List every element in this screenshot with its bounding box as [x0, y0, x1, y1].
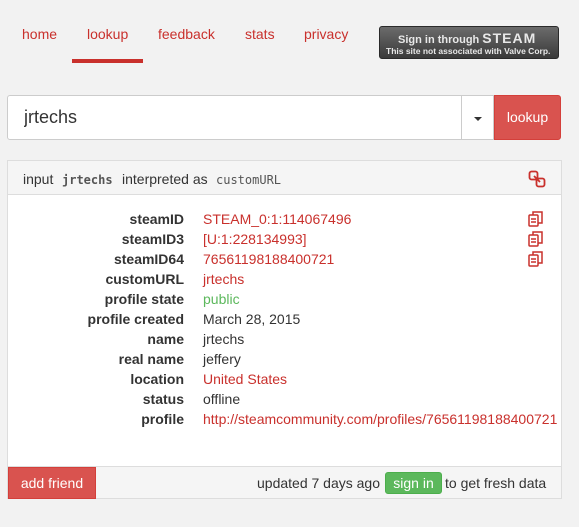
- steam-logo-text: STEAM: [482, 30, 537, 46]
- search-type-dropdown[interactable]: [461, 95, 494, 140]
- detail-value[interactable]: http://steamcommunity.com/profiles/76561…: [203, 411, 557, 427]
- detail-row: steamID64 76561198188400721: [8, 251, 561, 271]
- nav-privacy[interactable]: privacy: [304, 26, 348, 42]
- detail-value: March 28, 2015: [203, 311, 301, 327]
- interpreted-label: interpreted as: [122, 171, 208, 187]
- detail-row: real name jeffery: [8, 351, 561, 371]
- detail-row: profile created March 28, 2015: [8, 311, 561, 331]
- caret-down-icon: [474, 117, 482, 121]
- lookup-button[interactable]: lookup: [494, 95, 561, 140]
- updated-text: updated 7 days ago: [257, 475, 380, 491]
- nav-stats[interactable]: stats: [245, 26, 275, 42]
- detail-key: profile: [141, 411, 184, 427]
- search-bar: lookup: [7, 95, 561, 140]
- result-panel: input jrtechs interpreted as customURL s…: [7, 160, 562, 499]
- detail-row: customURL jrtechs: [8, 271, 561, 291]
- detail-row: profile http://steamcommunity.com/profile…: [8, 411, 561, 431]
- sign-in-button[interactable]: sign in: [385, 472, 442, 494]
- detail-key: customURL: [105, 271, 184, 287]
- steam-signin-line1: Sign in through: [398, 34, 480, 46]
- detail-row: name jrtechs: [8, 331, 561, 351]
- link-icon[interactable]: [528, 170, 546, 188]
- add-friend-button[interactable]: add friend: [8, 467, 96, 499]
- copy-icon[interactable]: [528, 231, 546, 247]
- detail-value: jrtechs: [203, 331, 245, 347]
- detail-key: steamID3: [121, 231, 184, 247]
- copy-icon[interactable]: [528, 251, 546, 267]
- detail-key: status: [142, 391, 184, 407]
- panel-footer: add friend updated 7 days ago sign in to…: [8, 466, 561, 499]
- detail-key: real name: [118, 351, 184, 367]
- detail-key: steamID64: [113, 251, 184, 267]
- detail-value[interactable]: jrtechs: [203, 271, 244, 287]
- detail-value[interactable]: STEAM_0:1:114067496: [203, 211, 351, 227]
- detail-value[interactable]: [U:1:228134993]: [203, 231, 307, 247]
- search-input[interactable]: [7, 95, 462, 140]
- nav-active-indicator: [72, 59, 143, 63]
- detail-key: name: [147, 331, 184, 347]
- detail-value: public: [203, 291, 240, 307]
- nav-home[interactable]: home: [22, 26, 57, 42]
- detail-row: profile state public: [8, 291, 561, 311]
- nav-feedback[interactable]: feedback: [158, 26, 215, 42]
- nav-lookup[interactable]: lookup: [87, 26, 128, 42]
- detail-value: offline: [203, 391, 241, 407]
- copy-icon[interactable]: [528, 211, 546, 227]
- input-label: input: [23, 171, 54, 187]
- detail-row: steamID3 [U:1:228134993]: [8, 231, 561, 251]
- input-value: jrtechs: [62, 173, 113, 187]
- top-nav: home lookup feedback stats privacy Sign …: [0, 0, 579, 64]
- panel-header: input jrtechs interpreted as customURL: [8, 161, 561, 195]
- detail-row: steamID STEAM_0:1:114067496: [8, 211, 561, 231]
- detail-key: profile created: [87, 311, 184, 327]
- detail-key: profile state: [104, 291, 184, 307]
- detail-key: steamID: [129, 211, 184, 227]
- detail-value: jeffery: [203, 351, 241, 367]
- detail-row: location United States: [8, 371, 561, 391]
- detail-value[interactable]: United States: [203, 371, 287, 387]
- interpreted-value: customURL: [216, 173, 282, 187]
- detail-row: status offline: [8, 391, 561, 411]
- fresh-data-text: to get fresh data: [445, 475, 547, 491]
- steam-disclaimer: This site not associated with Valve Corp…: [386, 46, 551, 56]
- detail-value[interactable]: 76561198188400721: [203, 251, 334, 267]
- detail-key: location: [130, 371, 184, 387]
- steam-signin-button[interactable]: Sign in through STEAM This site not assoc…: [379, 26, 559, 59]
